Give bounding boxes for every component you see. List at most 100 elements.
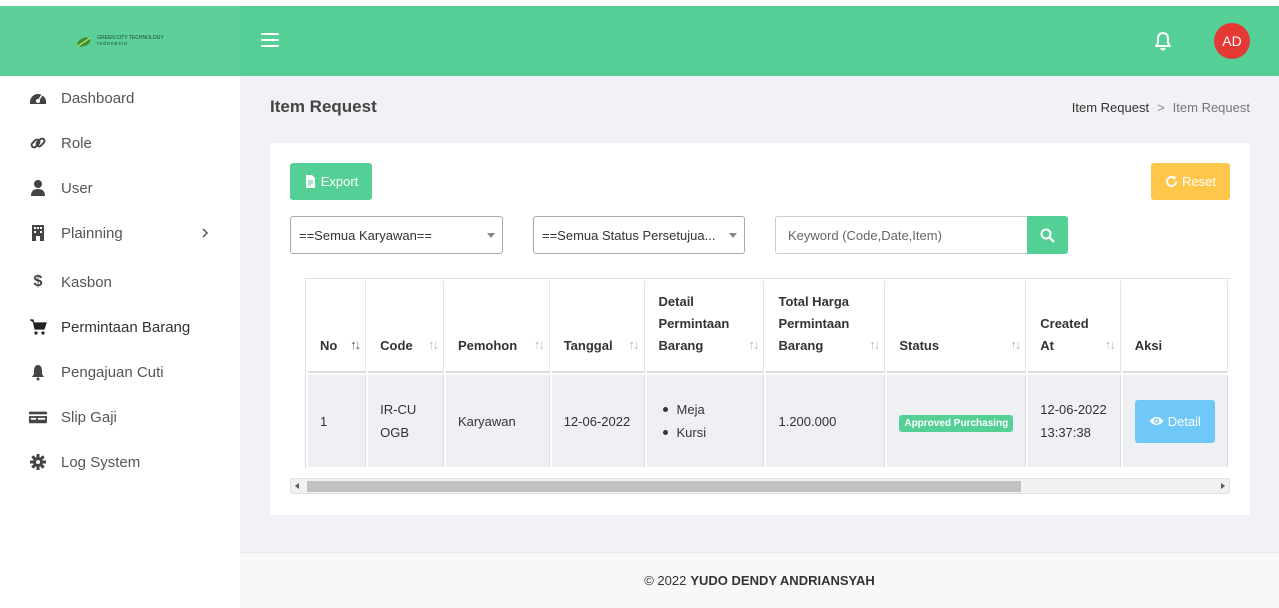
header-label: Created At — [1040, 316, 1089, 353]
list-item: Meja — [659, 398, 752, 421]
list-item: Kursi — [659, 421, 752, 444]
cart-icon — [28, 317, 48, 337]
sort-icon: ↑↓ — [1010, 337, 1021, 352]
cell-aksi: Detail — [1122, 375, 1228, 467]
sidebar-item-label: Kasbon — [61, 273, 112, 291]
leaf-logo-icon — [77, 37, 91, 47]
header-label: Aksi — [1134, 338, 1163, 353]
footer-copyright: © 2022 — [644, 573, 687, 588]
sidebar-item-label: Log System — [61, 453, 141, 471]
dollar-icon: $ — [33, 273, 43, 290]
scroll-right-icon[interactable] — [1221, 483, 1225, 489]
cell-status: Approved Purchasing — [887, 375, 1027, 467]
table-scroll-container[interactable]: No ↑↓ Code ↑↓ Pemohon ↑↓ Tanggal ↑↓ Detail P… — [305, 278, 1230, 468]
sidebar-item-pengajuan-cuti[interactable]: Pengajuan Cuti — [0, 352, 240, 392]
footer: © 2022 YUDO DENDY ANDRIANSYAH — [240, 552, 1279, 608]
table-row: 1 IR-CUOGB Karyawan 12-06-2022 Meja Kurs… — [308, 375, 1228, 467]
eye-icon — [1149, 417, 1164, 425]
menu-toggle-icon[interactable] — [261, 33, 279, 47]
brand-country: Indonesia — [97, 41, 128, 47]
sort-icon: ↑↓ — [533, 337, 545, 352]
sort-icon: ↑↓ — [628, 337, 640, 352]
top-navbar: GREEN CITY TECHNOLOGY Indonesia AD — [0, 6, 1279, 76]
sidebar-item-plainning[interactable]: Plainning — [0, 213, 240, 253]
sidebar-item-kasbon[interactable]: $ Kasbon — [0, 262, 240, 302]
header-label: Pemohon — [457, 338, 518, 353]
scroll-left-icon[interactable] — [295, 483, 299, 489]
sidebar-item-permintaan-barang[interactable]: Permintaan Barang — [0, 307, 240, 347]
refresh-icon — [1166, 175, 1178, 187]
cell-pemohon: Karyawan — [445, 375, 550, 467]
search-input[interactable] — [775, 216, 1028, 254]
cell-total: 1.200.000 — [766, 375, 886, 467]
header-label: Total Harga Permintaan Barang — [778, 294, 850, 353]
link-icon — [28, 133, 48, 153]
cell-no: 1 — [308, 375, 367, 467]
header-label: Code — [380, 338, 413, 353]
search-icon — [1040, 228, 1055, 243]
bell-icon — [28, 362, 48, 382]
gear-icon — [28, 452, 48, 472]
sidebar: Dashboard Role User Plainning $ Kasbon P… — [0, 76, 240, 608]
header-label: No — [320, 338, 338, 353]
export-button-label: Export — [320, 174, 359, 189]
sidebar-item-label: Role — [61, 134, 92, 152]
column-header-tanggal[interactable]: Tanggal ↑↓ — [551, 281, 645, 373]
file-export-icon — [305, 175, 315, 188]
sidebar-item-label: Slip Gaji — [61, 408, 117, 426]
reset-button-label: Reset — [1182, 174, 1216, 189]
sort-icon: ↑↓ — [869, 337, 880, 352]
breadcrumb-current: Item Request — [1172, 100, 1250, 115]
search-button[interactable] — [1027, 216, 1068, 254]
breadcrumb: Item Request > Item Request — [1072, 100, 1250, 115]
brand-area[interactable]: GREEN CITY TECHNOLOGY Indonesia — [0, 6, 240, 76]
cell-tanggal: 12-06-2022 — [551, 375, 645, 467]
sidebar-item-log-system[interactable]: Log System — [0, 442, 240, 482]
column-header-total[interactable]: Total Harga Permintaan Barang ↑↓ — [766, 281, 886, 373]
header-label: Detail Permintaan Barang — [658, 294, 730, 353]
brand-logo: GREEN CITY TECHNOLOGY Indonesia — [76, 34, 164, 48]
sidebar-item-label: Permintaan Barang — [61, 318, 191, 336]
sidebar-item-role[interactable]: Role — [0, 123, 240, 163]
sidebar-item-slip-gaji[interactable]: Slip Gaji — [0, 397, 240, 437]
status-filter-select[interactable]: ==Semua Status Persetujua... — [533, 216, 745, 254]
horizontal-scrollbar[interactable] — [290, 478, 1230, 494]
header-label: Tanggal — [563, 338, 613, 353]
column-header-detail[interactable]: Detail Permintaan Barang ↑↓ — [646, 281, 765, 373]
cell-created-at: 12-06-2022 13:37:38 — [1028, 375, 1121, 467]
item-request-table: No ↑↓ Code ↑↓ Pemohon ↑↓ Tanggal ↑↓ Detail P… — [306, 279, 1230, 468]
breadcrumb-link[interactable]: Item Request — [1072, 100, 1149, 115]
page-title: Item Request — [270, 97, 377, 116]
chevron-right-icon — [202, 228, 209, 238]
card-icon — [28, 407, 48, 427]
reset-button[interactable]: Reset — [1151, 163, 1230, 200]
cell-code: IR-CUOGB — [368, 375, 444, 467]
cell-code-text: IR-CUOGB — [380, 402, 417, 440]
sort-icon: ↑↓ — [748, 337, 759, 352]
column-header-created-at[interactable]: Created At ↑↓ — [1028, 281, 1121, 373]
scrollbar-thumb[interactable] — [307, 481, 1021, 492]
cell-items: Meja Kursi — [646, 375, 765, 467]
detail-button-label: Detail — [1167, 413, 1201, 429]
column-header-pemohon[interactable]: Pemohon ↑↓ — [445, 281, 550, 373]
sort-icon: ↑↓ — [1104, 337, 1116, 352]
detail-button[interactable]: Detail — [1134, 399, 1215, 443]
building-icon — [28, 223, 48, 243]
user-icon — [28, 178, 48, 198]
caret-down-icon — [729, 233, 737, 238]
notification-bell-icon[interactable] — [1152, 30, 1174, 52]
sidebar-item-user[interactable]: User — [0, 168, 240, 208]
header-label: Status — [899, 338, 940, 353]
user-avatar[interactable]: AD — [1214, 23, 1250, 59]
column-header-aksi: Aksi — [1122, 281, 1228, 373]
status-filter-value: ==Semua Status Persetujua... — [542, 227, 716, 243]
created-date: 12-06-2022 — [1040, 402, 1107, 417]
sidebar-item-dashboard[interactable]: Dashboard — [0, 78, 240, 118]
column-header-no[interactable]: No ↑↓ — [308, 281, 367, 373]
column-header-code[interactable]: Code ↑↓ — [368, 281, 444, 373]
footer-author: YUDO DENDY ANDRIANSYAH — [690, 573, 875, 588]
item-request-card: Export Reset ==Semua Karyawan== ==Semua … — [270, 143, 1250, 515]
export-button[interactable]: Export — [290, 163, 372, 200]
column-header-status[interactable]: Status ↑↓ — [887, 281, 1027, 373]
employee-filter-select[interactable]: ==Semua Karyawan== — [290, 216, 503, 254]
